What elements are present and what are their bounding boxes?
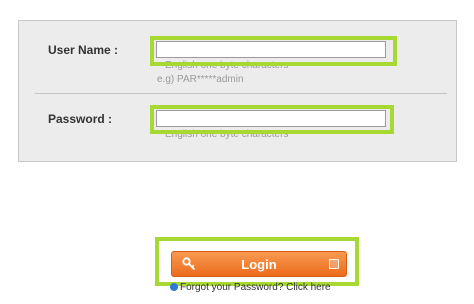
forgot-password-link[interactable]: Forgot your Password? Click here [170, 282, 331, 293]
password-label: Password : [48, 112, 113, 126]
forgot-password-text: Forgot your Password? Click here [180, 282, 331, 293]
username-input[interactable] [156, 41, 386, 58]
login-button[interactable]: Login [171, 251, 347, 277]
help-icon [170, 283, 178, 291]
arrow-right-icon [329, 259, 339, 269]
username-label: User Name : [48, 43, 119, 57]
password-input[interactable] [156, 110, 386, 127]
login-button-label: Login [241, 257, 277, 272]
username-hint-example: e.g) PAR*****admin [157, 74, 244, 85]
field-divider [35, 93, 447, 94]
